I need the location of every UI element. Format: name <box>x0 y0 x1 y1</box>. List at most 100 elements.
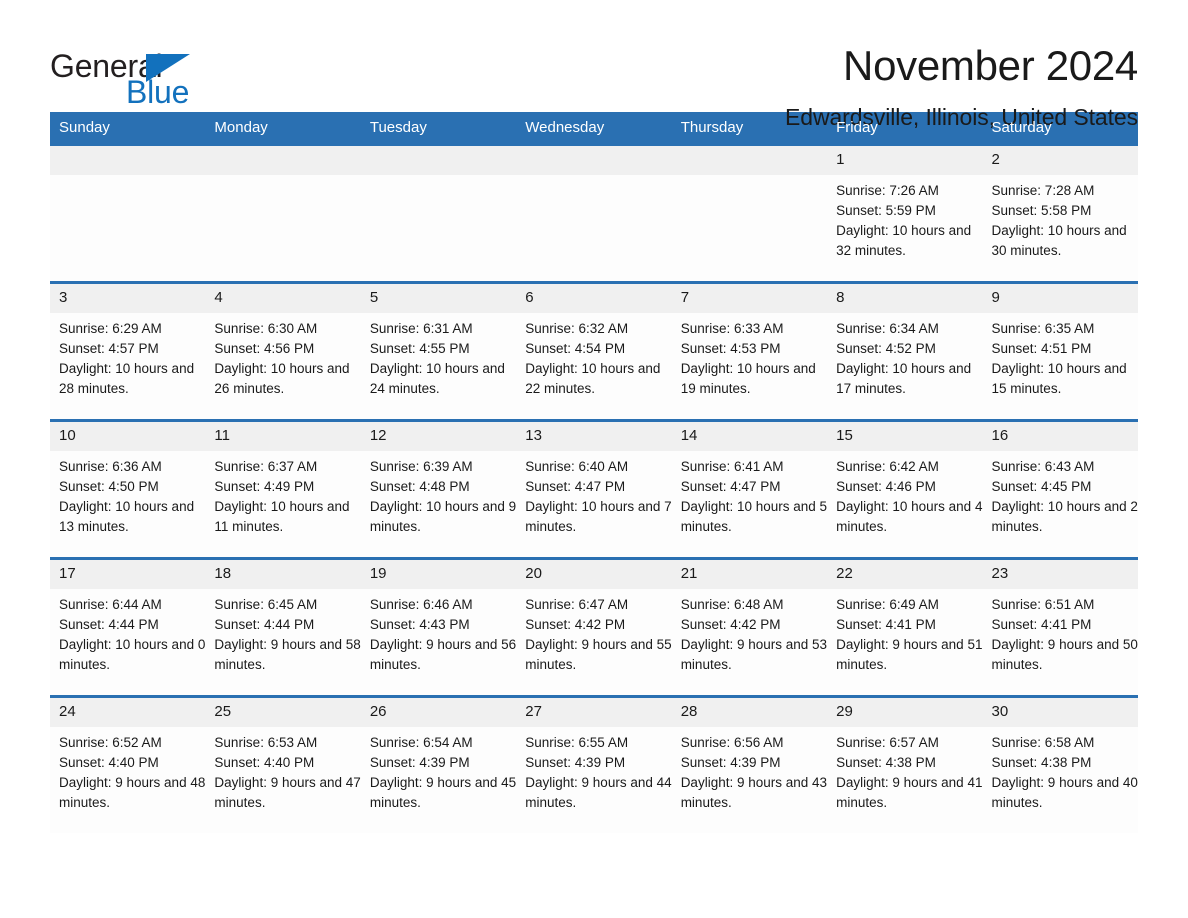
day-number: 4 <box>205 284 361 313</box>
calendar-day-cell[interactable]: 5 Sunrise: 6:31 AM Sunset: 4:55 PM Daylig… <box>360 281 517 421</box>
calendar-day-cell[interactable]: 8 Sunrise: 6:34 AM Sunset: 4:52 PM Daylig… <box>827 281 983 421</box>
calendar-day-cell[interactable]: 18 Sunrise: 6:45 AM Sunset: 4:44 PM Dayli… <box>205 557 361 697</box>
day-number <box>360 146 517 175</box>
calendar-day-cell[interactable]: 10 Sunrise: 6:36 AM Sunset: 4:50 PM Dayli… <box>50 419 206 559</box>
day-details: Sunrise: 7:28 AM Sunset: 5:58 PM Dayligh… <box>991 183 1127 258</box>
calendar-week-row: 17 Sunrise: 6:44 AM Sunset: 4:44 PM Dayli… <box>50 557 1138 697</box>
calendar-day-cell[interactable]: 16 Sunrise: 6:43 AM Sunset: 4:45 PM Dayli… <box>982 419 1138 559</box>
calendar-day-cell[interactable]: 9 Sunrise: 6:35 AM Sunset: 4:51 PM Daylig… <box>982 281 1138 421</box>
calendar-day-cell[interactable]: 3 Sunrise: 6:29 AM Sunset: 4:57 PM Daylig… <box>50 281 206 421</box>
day-details: Sunrise: 6:53 AM Sunset: 4:40 PM Dayligh… <box>214 735 361 810</box>
day-number: 13 <box>516 422 672 451</box>
day-number: 28 <box>671 698 828 727</box>
day-number: 29 <box>827 698 983 727</box>
calendar-day-cell[interactable] <box>205 143 361 283</box>
day-details: Sunrise: 6:55 AM Sunset: 4:39 PM Dayligh… <box>525 735 672 810</box>
day-details: Sunrise: 6:32 AM Sunset: 4:54 PM Dayligh… <box>525 321 661 396</box>
calendar-day-cell[interactable]: 11 Sunrise: 6:37 AM Sunset: 4:49 PM Dayli… <box>205 419 361 559</box>
day-number: 22 <box>827 560 983 589</box>
calendar-day-cell[interactable]: 2 Sunrise: 7:28 AM Sunset: 5:58 PM Daylig… <box>982 143 1138 283</box>
day-details: Sunrise: 6:57 AM Sunset: 4:38 PM Dayligh… <box>836 735 983 810</box>
page-title: November 2024 <box>843 42 1138 89</box>
day-number: 8 <box>827 284 983 313</box>
calendar-day-cell[interactable]: 4 Sunrise: 6:30 AM Sunset: 4:56 PM Daylig… <box>205 281 361 421</box>
day-number: 11 <box>205 422 361 451</box>
calendar-day-cell[interactable]: 17 Sunrise: 6:44 AM Sunset: 4:44 PM Dayli… <box>50 557 206 697</box>
day-number: 23 <box>982 560 1138 589</box>
day-number: 27 <box>516 698 672 727</box>
calendar-day-cell[interactable]: 21 Sunrise: 6:48 AM Sunset: 4:42 PM Dayli… <box>671 557 828 697</box>
calendar-day-cell[interactable]: 19 Sunrise: 6:46 AM Sunset: 4:43 PM Dayli… <box>360 557 517 697</box>
day-number: 6 <box>516 284 672 313</box>
day-details: Sunrise: 6:49 AM Sunset: 4:41 PM Dayligh… <box>836 597 983 672</box>
day-details: Sunrise: 6:30 AM Sunset: 4:56 PM Dayligh… <box>214 321 350 396</box>
calendar-day-cell[interactable]: 24 Sunrise: 6:52 AM Sunset: 4:40 PM Dayli… <box>50 695 206 833</box>
day-number: 21 <box>671 560 828 589</box>
day-number: 26 <box>360 698 517 727</box>
calendar-day-cell[interactable]: 13 Sunrise: 6:40 AM Sunset: 4:47 PM Dayli… <box>516 419 672 559</box>
calendar-day-cell[interactable]: 15 Sunrise: 6:42 AM Sunset: 4:46 PM Dayli… <box>827 419 983 559</box>
day-number: 19 <box>360 560 517 589</box>
day-number <box>671 146 828 175</box>
calendar-day-cell[interactable] <box>50 143 206 283</box>
day-details: Sunrise: 6:29 AM Sunset: 4:57 PM Dayligh… <box>59 321 195 396</box>
day-details: Sunrise: 6:54 AM Sunset: 4:39 PM Dayligh… <box>369 735 517 810</box>
calendar-day-cell[interactable]: 29 Sunrise: 6:57 AM Sunset: 4:38 PM Dayli… <box>827 695 983 833</box>
calendar-page: General Blue November 2024 Edwardsville,… <box>0 0 1188 918</box>
day-number: 9 <box>982 284 1138 313</box>
calendar-day-cell[interactable]: 30 Sunrise: 6:58 AM Sunset: 4:38 PM Dayli… <box>982 695 1138 833</box>
calendar-day-cell[interactable]: 7 Sunrise: 6:33 AM Sunset: 4:53 PM Daylig… <box>671 281 828 421</box>
weekday-header-sunday: Sunday <box>50 112 206 145</box>
calendar-week-row: 1 Sunrise: 7:26 AM Sunset: 5:59 PM Daylig… <box>50 143 1138 283</box>
day-details: Sunrise: 6:58 AM Sunset: 4:38 PM Dayligh… <box>991 735 1138 810</box>
day-number: 12 <box>360 422 517 451</box>
day-details: Sunrise: 6:44 AM Sunset: 4:44 PM Dayligh… <box>59 597 206 672</box>
day-details: Sunrise: 6:51 AM Sunset: 4:41 PM Dayligh… <box>991 597 1138 672</box>
day-details <box>672 175 827 181</box>
calendar-day-cell[interactable]: 12 Sunrise: 6:39 AM Sunset: 4:48 PM Dayli… <box>360 419 517 559</box>
day-details: Sunrise: 7:26 AM Sunset: 5:59 PM Dayligh… <box>836 183 972 258</box>
calendar-day-cell[interactable]: 22 Sunrise: 6:49 AM Sunset: 4:41 PM Dayli… <box>827 557 983 697</box>
calendar-day-cell[interactable]: 26 Sunrise: 6:54 AM Sunset: 4:39 PM Dayli… <box>360 695 517 833</box>
calendar-day-cell[interactable]: 20 Sunrise: 6:47 AM Sunset: 4:42 PM Dayli… <box>516 557 672 697</box>
day-details: Sunrise: 6:48 AM Sunset: 4:42 PM Dayligh… <box>680 597 828 672</box>
calendar-day-cell[interactable] <box>360 143 517 283</box>
day-number: 7 <box>671 284 828 313</box>
generalblue-logo: General Blue <box>50 44 200 110</box>
day-number: 5 <box>360 284 517 313</box>
day-number: 10 <box>50 422 206 451</box>
day-number: 16 <box>982 422 1138 451</box>
day-number: 1 <box>827 146 983 175</box>
day-number: 20 <box>516 560 672 589</box>
day-details: Sunrise: 6:34 AM Sunset: 4:52 PM Dayligh… <box>836 321 972 396</box>
day-details: Sunrise: 6:56 AM Sunset: 4:39 PM Dayligh… <box>680 735 828 810</box>
calendar-day-cell[interactable] <box>671 143 828 283</box>
day-details: Sunrise: 6:40 AM Sunset: 4:47 PM Dayligh… <box>525 459 672 534</box>
day-details: Sunrise: 6:35 AM Sunset: 4:51 PM Dayligh… <box>991 321 1127 396</box>
calendar-day-cell[interactable]: 1 Sunrise: 7:26 AM Sunset: 5:59 PM Daylig… <box>827 143 983 283</box>
day-details: Sunrise: 6:36 AM Sunset: 4:50 PM Dayligh… <box>59 459 195 534</box>
day-number: 17 <box>50 560 206 589</box>
day-details: Sunrise: 6:42 AM Sunset: 4:46 PM Dayligh… <box>836 459 983 534</box>
page-header: General Blue November 2024 Edwardsville,… <box>50 0 1138 130</box>
calendar-day-cell[interactable]: 23 Sunrise: 6:51 AM Sunset: 4:41 PM Dayli… <box>982 557 1138 697</box>
calendar-day-cell[interactable]: 14 Sunrise: 6:41 AM Sunset: 4:47 PM Dayli… <box>671 419 828 559</box>
calendar-day-cell[interactable]: 25 Sunrise: 6:53 AM Sunset: 4:40 PM Dayli… <box>205 695 361 833</box>
day-details: Sunrise: 6:45 AM Sunset: 4:44 PM Dayligh… <box>214 597 361 672</box>
day-details: Sunrise: 6:43 AM Sunset: 4:45 PM Dayligh… <box>991 459 1138 534</box>
calendar-day-cell[interactable]: 27 Sunrise: 6:55 AM Sunset: 4:39 PM Dayli… <box>516 695 672 833</box>
day-number: 25 <box>205 698 361 727</box>
calendar-week-row: 3 Sunrise: 6:29 AM Sunset: 4:57 PM Daylig… <box>50 281 1138 421</box>
calendar-day-cell[interactable]: 28 Sunrise: 6:56 AM Sunset: 4:39 PM Dayli… <box>671 695 828 833</box>
calendar-day-cell[interactable]: 6 Sunrise: 6:32 AM Sunset: 4:54 PM Daylig… <box>516 281 672 421</box>
sunrise-sunset-calendar: Sunday Monday Tuesday Wednesday Thursday… <box>50 112 1138 833</box>
day-number: 14 <box>671 422 828 451</box>
day-number: 2 <box>982 146 1138 175</box>
day-number: 24 <box>50 698 206 727</box>
logo-text-blue: Blue <box>126 74 190 110</box>
calendar-day-cell[interactable] <box>516 143 672 283</box>
day-number: 18 <box>205 560 361 589</box>
day-details <box>361 175 516 181</box>
day-details <box>516 175 671 181</box>
calendar-body: 1 Sunrise: 7:26 AM Sunset: 5:59 PM Daylig… <box>50 143 1138 833</box>
